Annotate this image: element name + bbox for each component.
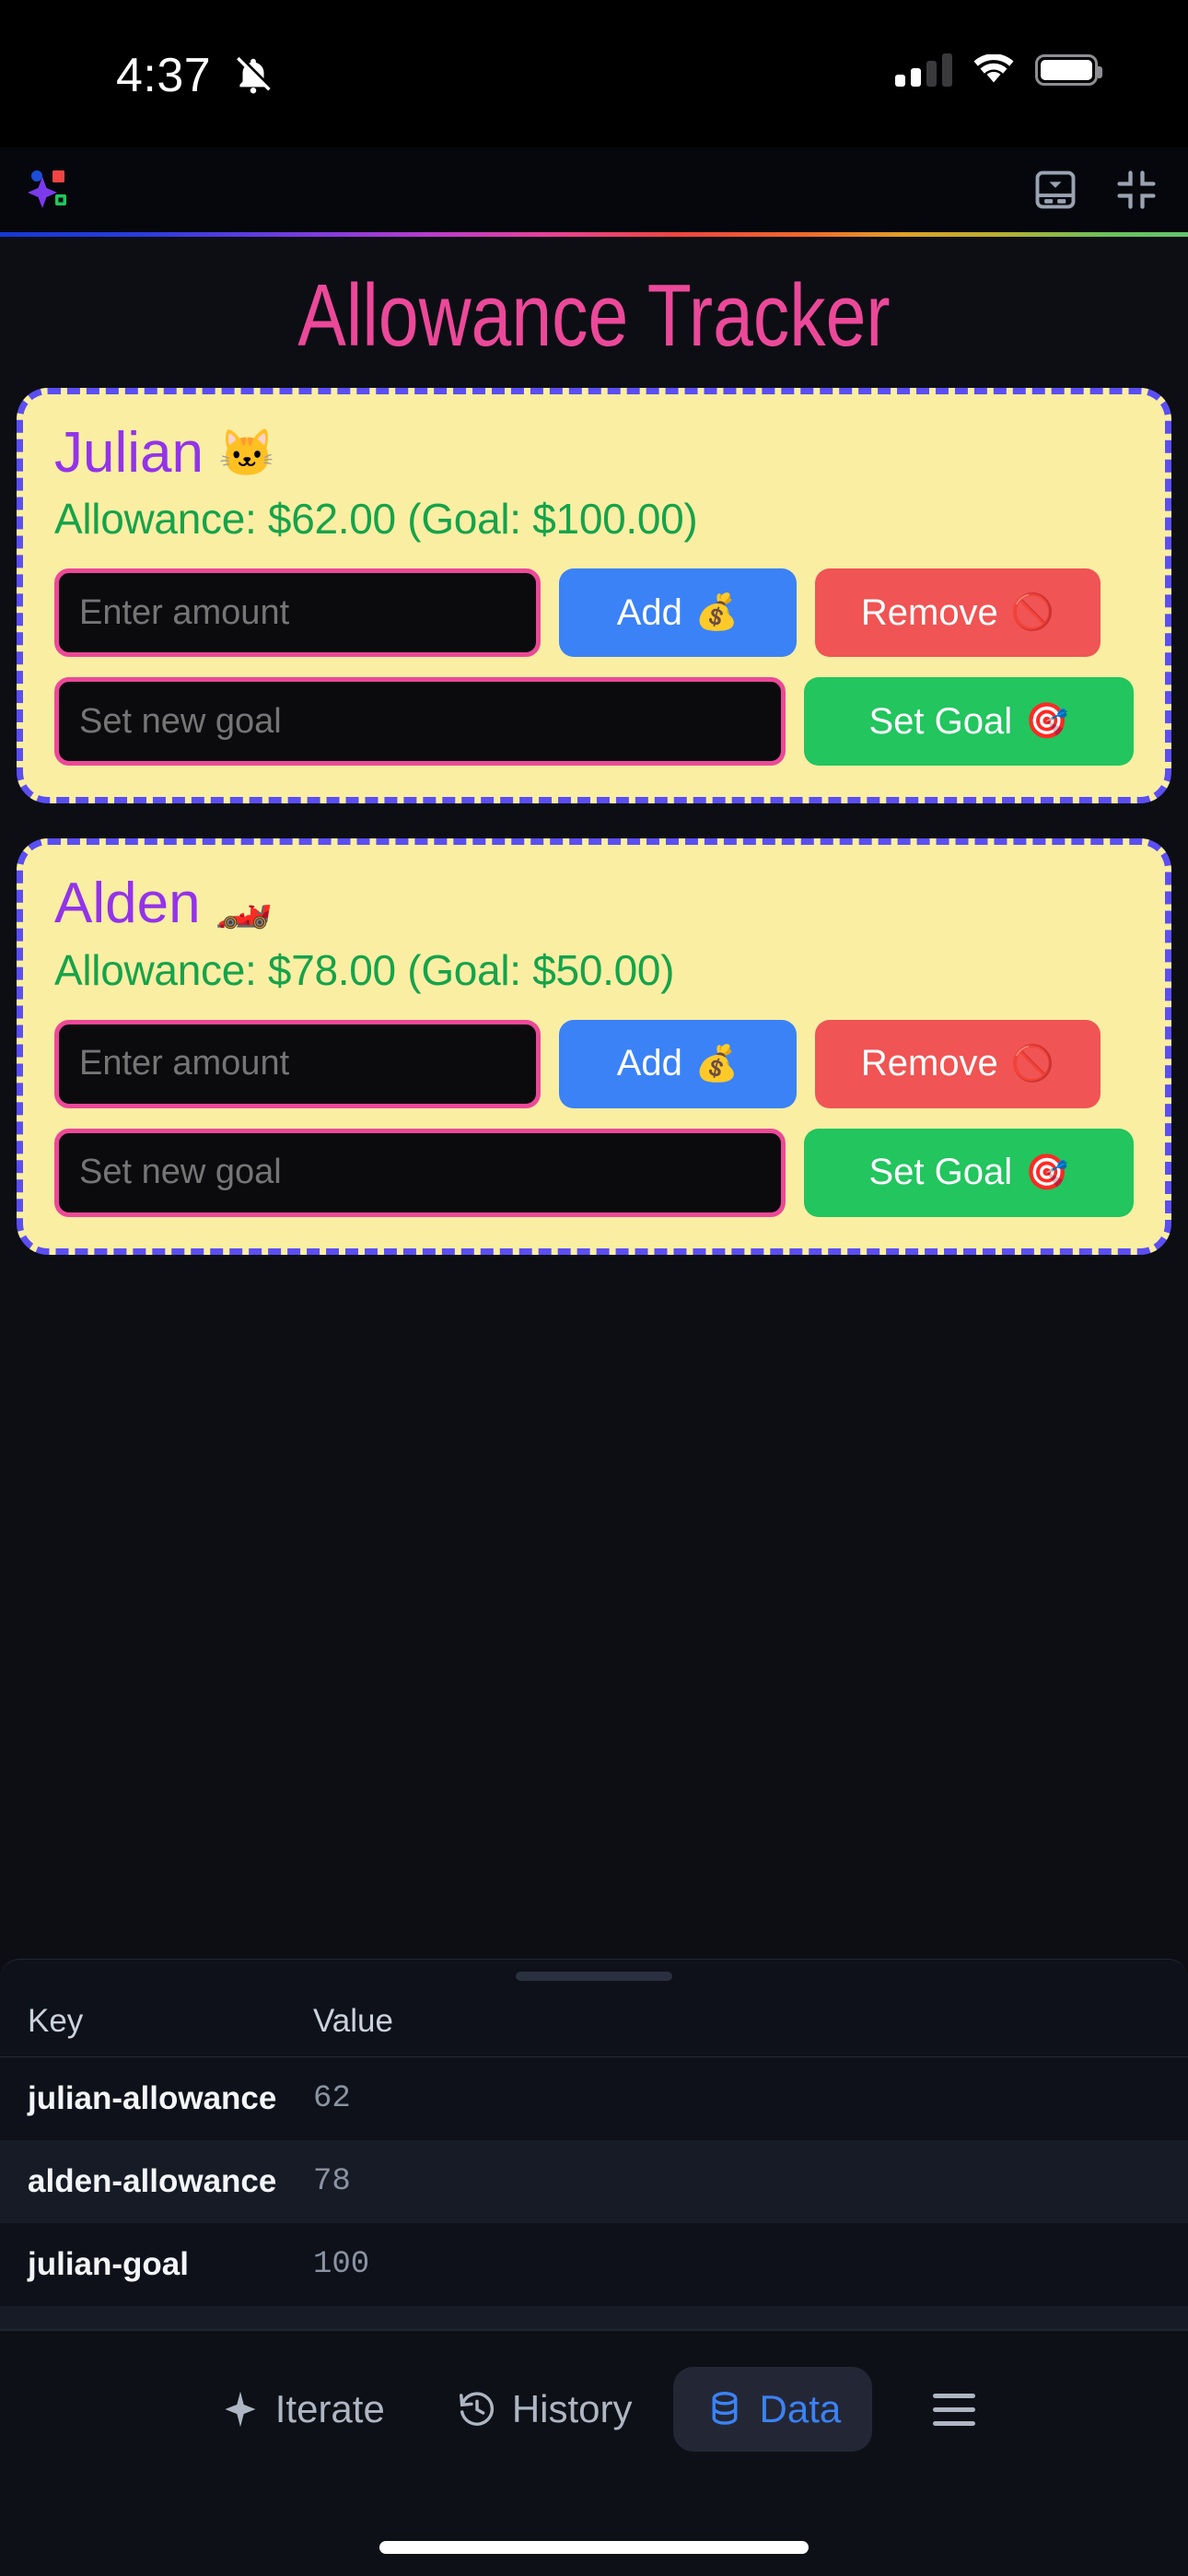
set-goal-button-label: Set Goal <box>868 700 1013 742</box>
money-bag-emoji: 💰 <box>694 593 740 633</box>
status-indicators <box>895 53 1102 87</box>
add-button-label: Add <box>616 591 682 633</box>
amount-input[interactable] <box>54 1019 541 1108</box>
allowance-card-alden: Alden 🏎️ Allowance: $78.00 (Goal: $50.00… <box>17 838 1171 1255</box>
table-row[interactable]: alden-allowance 78 <box>0 2140 1188 2223</box>
cat-face-emoji: 🐱 <box>218 427 276 479</box>
toolbar-actions <box>1031 166 1160 214</box>
goal-input[interactable] <box>54 1128 786 1217</box>
card-name-row: Alden 🏎️ <box>54 872 1134 935</box>
clock-rewind-icon <box>459 2392 494 2426</box>
allowance-summary: Allowance: $62.00 (Goal: $100.00) <box>54 495 698 544</box>
app-sparkle-logo[interactable] <box>24 164 76 216</box>
row-value: 78 <box>313 2164 351 2199</box>
table-row[interactable]: alden-goal 50 <box>0 2306 1188 2329</box>
add-button-label: Add <box>616 1043 682 1084</box>
table-row[interactable]: julian-allowance 62 <box>0 2057 1188 2140</box>
set-goal-button-label: Set Goal <box>868 1152 1013 1193</box>
child-name: Julian <box>54 421 204 485</box>
nav-label-data: Data <box>759 2387 842 2430</box>
row-key: julian-allowance <box>28 2080 277 2116</box>
page-title: Allowance Tracker <box>297 266 891 365</box>
goal-input[interactable] <box>54 677 786 767</box>
racing-car-emoji: 🏎️ <box>215 877 273 930</box>
money-bag-emoji: 💰 <box>694 1044 740 1083</box>
nav-label-iterate: Iterate <box>274 2387 385 2430</box>
add-button[interactable]: Add 💰 <box>559 1019 797 1108</box>
table-header-row: Key Value <box>0 1981 1188 2057</box>
prohibited-emoji: 🚫 <box>1010 1044 1055 1083</box>
data-panel: Key Value julian-allowance 62 alden-allo… <box>0 1959 1188 2329</box>
card-name-row: Julian 🐱 <box>54 421 1134 485</box>
keyboard-panel-icon[interactable] <box>1031 166 1079 214</box>
remove-button-label: Remove <box>860 1043 998 1084</box>
column-header-key: Key <box>28 2003 84 2039</box>
wifi-icon <box>973 54 1014 83</box>
sparkle-icon <box>225 2391 256 2428</box>
cellular-signal-icon <box>895 53 952 87</box>
row-value: 62 <box>313 2081 351 2116</box>
nav-item-history[interactable]: History <box>425 2367 664 2452</box>
remove-button[interactable]: Remove 🚫 <box>815 568 1101 658</box>
row-key: alden-allowance <box>28 2163 277 2199</box>
app-toolbar <box>0 147 1188 232</box>
panel-drag-handle[interactable] <box>516 1972 672 1981</box>
target-emoji: 🎯 <box>1025 702 1069 742</box>
database-icon <box>712 2392 737 2425</box>
add-button[interactable]: Add 💰 <box>559 568 797 658</box>
allowance-card-julian: Julian 🐱 Allowance: $62.00 (Goal: $100.0… <box>17 388 1171 804</box>
table-row[interactable]: julian-goal 100 <box>0 2223 1188 2306</box>
nav-item-iterate[interactable]: Iterate <box>189 2367 416 2452</box>
status-time: 4:37 <box>116 49 212 102</box>
app-content: Allowance Tracker Julian 🐱 Allowance: $6… <box>0 237 1188 2329</box>
row-key: julian-goal <box>28 2246 189 2282</box>
key-value-table: Key Value julian-allowance 62 alden-allo… <box>0 1981 1188 2329</box>
nav-label-history: History <box>511 2387 633 2430</box>
goal-row: Set Goal 🎯 <box>54 1128 1134 1217</box>
collapse-icon[interactable] <box>1112 166 1160 214</box>
prohibited-emoji: 🚫 <box>1010 593 1055 633</box>
status-bar: 4:37 <box>0 0 1188 147</box>
set-goal-button[interactable]: Set Goal 🎯 <box>804 1128 1134 1217</box>
column-header-value: Value <box>313 2003 393 2039</box>
remove-button[interactable]: Remove 🚫 <box>815 1019 1101 1108</box>
child-name: Alden <box>54 872 201 936</box>
home-indicator[interactable] <box>379 2541 809 2554</box>
battery-full-icon <box>1035 54 1102 86</box>
goal-row: Set Goal 🎯 <box>54 677 1134 767</box>
bell-slash-icon <box>237 55 273 94</box>
phone-screen: 4:37 Allowance Tracker Julian 🐱 Allowanc… <box>0 0 1188 2576</box>
nav-item-data[interactable]: Data <box>672 2367 873 2452</box>
amount-row: Add 💰 Remove 🚫 <box>54 1019 1134 1108</box>
amount-row: Add 💰 Remove 🚫 <box>54 568 1134 658</box>
amount-input[interactable] <box>54 568 541 658</box>
remove-button-label: Remove <box>860 591 998 633</box>
home-indicator-area <box>0 2488 1188 2576</box>
allowance-summary: Allowance: $78.00 (Goal: $50.00) <box>54 945 675 994</box>
hamburger-menu-icon[interactable] <box>909 2371 999 2448</box>
bottom-navigation: Iterate History Data <box>0 2329 1188 2488</box>
set-goal-button[interactable]: Set Goal 🎯 <box>804 677 1134 767</box>
target-emoji: 🎯 <box>1025 1153 1069 1192</box>
row-value: 100 <box>313 2247 370 2282</box>
